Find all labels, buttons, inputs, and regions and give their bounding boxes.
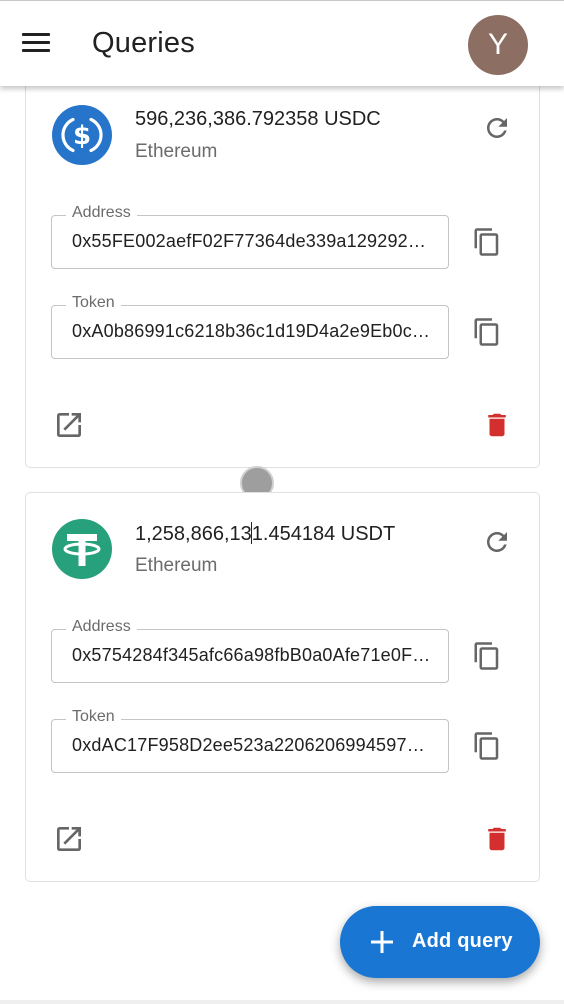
address-field[interactable]: Address 0x5754284f345afc66a98fbB0a0Afe71… xyxy=(51,618,449,683)
copy-icon[interactable] xyxy=(472,227,502,257)
copy-icon[interactable] xyxy=(472,641,502,671)
add-query-label: Add query xyxy=(412,930,513,952)
token-value[interactable]: 0xA0b86991c6218b36c1d19D4a2e9Eb0cE3606eB… xyxy=(72,321,434,342)
plus-icon xyxy=(371,931,393,953)
query-card: 1,258,866,131.454184 USDT Ethereum Addre… xyxy=(25,492,540,882)
usdt-icon xyxy=(52,519,112,579)
query-amount: 1,258,866,131.454184 USDT xyxy=(135,522,395,546)
query-amount: 596,236,386.792358 USDC xyxy=(135,108,381,130)
delete-icon[interactable] xyxy=(482,409,512,441)
usdc-icon: $ xyxy=(52,105,112,165)
token-field[interactable]: Token 0xdAC17F958D2ee523a2206206994597C1… xyxy=(51,708,449,773)
address-value[interactable]: 0x5754284f345afc66a98fbB0a0Afe71e0F007B9… xyxy=(72,645,434,666)
address-value[interactable]: 0x55FE002aefF02F77364de339a1292923A15844… xyxy=(72,231,434,252)
copy-icon[interactable] xyxy=(472,317,502,347)
refresh-icon[interactable] xyxy=(482,113,512,143)
add-query-button[interactable]: Add query xyxy=(340,906,540,978)
menu-icon[interactable] xyxy=(22,31,52,55)
query-card: $ 596,236,386.792358 USDC Ethereum Addre… xyxy=(25,60,540,468)
open-in-new-icon[interactable] xyxy=(53,823,85,855)
token-field[interactable]: Token 0xA0b86991c6218b36c1d19D4a2e9Eb0cE… xyxy=(51,294,449,359)
open-in-new-icon[interactable] xyxy=(53,409,85,441)
token-value[interactable]: 0xdAC17F958D2ee523a2206206994597C13D831e… xyxy=(72,735,434,756)
app-bar: Queries Y xyxy=(0,0,564,86)
address-field[interactable]: Address 0x55FE002aefF02F77364de339a12929… xyxy=(51,204,449,269)
token-label: Token xyxy=(66,294,121,312)
bottom-divider xyxy=(0,1000,564,1004)
amount-text: 1.454184 USDT xyxy=(251,523,396,545)
query-network: Ethereum xyxy=(135,141,218,162)
svg-text:$: $ xyxy=(73,121,91,151)
address-label: Address xyxy=(66,618,137,636)
amount-text: 1,258,866,13 xyxy=(135,523,252,545)
token-label: Token xyxy=(66,708,121,726)
delete-icon[interactable] xyxy=(482,823,512,855)
page-title: Queries xyxy=(92,27,195,59)
query-network: Ethereum xyxy=(135,555,218,576)
avatar[interactable]: Y xyxy=(468,15,528,75)
address-label: Address xyxy=(66,204,137,222)
refresh-icon[interactable] xyxy=(482,527,512,557)
copy-icon[interactable] xyxy=(472,731,502,761)
